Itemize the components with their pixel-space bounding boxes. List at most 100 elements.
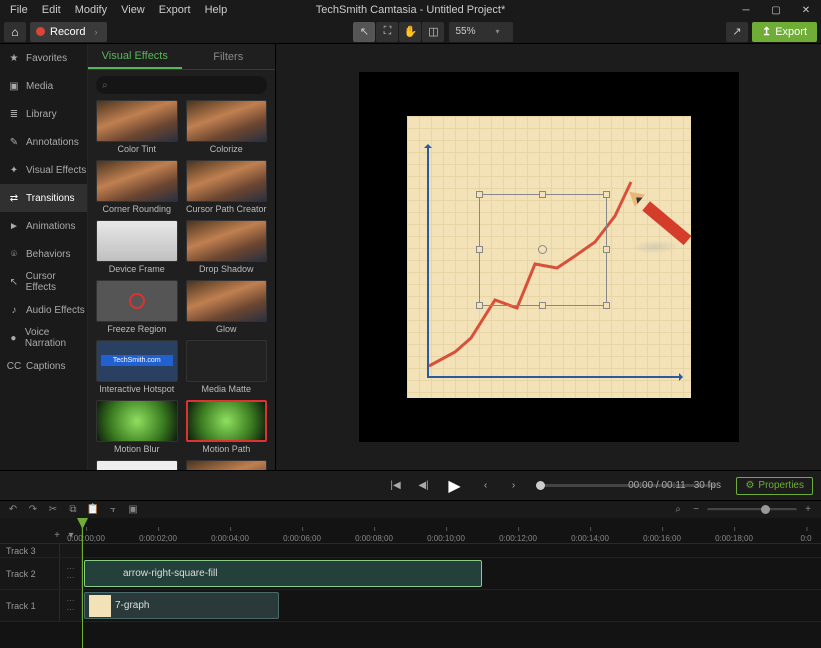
- effect-media-matte[interactable]: Media Matte: [186, 340, 268, 394]
- marker-prev-button[interactable]: ‹: [476, 476, 496, 496]
- favorites-icon: ★: [8, 53, 20, 64]
- menu-help[interactable]: Help: [199, 2, 234, 18]
- effect-freeze-region[interactable]: Freeze Region: [96, 280, 178, 334]
- sidebar-item-animations[interactable]: ►Animations: [0, 212, 87, 240]
- tool-crop[interactable]: ◫: [422, 22, 444, 42]
- track-label-3[interactable]: Track 3: [0, 544, 60, 557]
- search-input[interactable]: ⌕: [96, 76, 267, 94]
- menu-modify[interactable]: Modify: [69, 2, 113, 18]
- prev-frame-button[interactable]: |◀: [386, 476, 406, 496]
- step-back-button[interactable]: ◀|: [414, 476, 434, 496]
- canvas-media[interactable]: [407, 116, 691, 398]
- resize-handle[interactable]: [539, 302, 546, 309]
- tab-filters[interactable]: Filters: [182, 44, 276, 69]
- play-button[interactable]: ▶: [442, 473, 468, 499]
- effect-glow[interactable]: Glow: [186, 280, 268, 334]
- effect-motion-blur[interactable]: Motion Blur: [96, 400, 178, 454]
- effect-device-frame[interactable]: Device Frame: [96, 220, 178, 274]
- ruler-tick: 0:00:18;00: [715, 534, 753, 543]
- sidebar: ★Favorites▣Media≣Library✎Annotations✦Vis…: [0, 44, 88, 470]
- maximize-button[interactable]: ▢: [761, 0, 791, 20]
- sidebar-item-favorites[interactable]: ★Favorites: [0, 44, 87, 72]
- sidebar-item-transitions[interactable]: ⇄Transitions: [0, 184, 87, 212]
- sidebar-item-cursor-effects[interactable]: ↖Cursor Effects: [0, 268, 87, 296]
- resize-handle[interactable]: [603, 302, 610, 309]
- zoom-in-button[interactable]: +: [801, 503, 815, 517]
- share-button[interactable]: ↗: [726, 22, 748, 42]
- canvas-stage[interactable]: [359, 72, 739, 442]
- zoom-out-button[interactable]: −: [689, 503, 703, 517]
- resize-handle[interactable]: [539, 191, 546, 198]
- playhead[interactable]: [82, 518, 83, 648]
- track-1-content[interactable]: 7-graph: [82, 590, 821, 621]
- record-button[interactable]: Record ›: [30, 22, 107, 42]
- effect-interactive-hotspot[interactable]: TechSmith.comInteractive Hotspot: [96, 340, 178, 394]
- sidebar-item-behaviors[interactable]: ⌾Behaviors: [0, 240, 87, 268]
- zoom-select[interactable]: 55%: [449, 22, 513, 42]
- marker-next-button[interactable]: ›: [504, 476, 524, 496]
- ruler-tick: 0:00:14;00: [571, 534, 609, 543]
- sidebar-item-audio-effects[interactable]: ♪Audio Effects: [0, 296, 87, 324]
- behaviors-icon: ⌾: [8, 249, 20, 260]
- effect-colorize[interactable]: Colorize: [186, 100, 268, 154]
- home-button[interactable]: ⌂: [4, 22, 26, 42]
- ruler-tick: 0:00:08;00: [355, 534, 393, 543]
- clip-graph[interactable]: 7-graph: [84, 592, 279, 619]
- sidebar-item-annotations[interactable]: ✎Annotations: [0, 128, 87, 156]
- menu-file[interactable]: File: [4, 2, 34, 18]
- zoom-slider[interactable]: [707, 508, 797, 511]
- cut-button[interactable]: ✂: [46, 503, 60, 517]
- sidebar-item-captions[interactable]: CCCaptions: [0, 352, 87, 380]
- export-button[interactable]: Export: [752, 22, 817, 42]
- sidebar-item-voice-narration[interactable]: ●Voice Narration: [0, 324, 87, 352]
- undo-button[interactable]: ↶: [6, 503, 20, 517]
- effect-unnamed[interactable]: [186, 460, 268, 470]
- resize-handle[interactable]: [476, 246, 483, 253]
- center-handle[interactable]: [538, 245, 547, 254]
- selection-box[interactable]: [479, 194, 607, 306]
- ruler-tick: 0:00:12;00: [499, 534, 537, 543]
- sidebar-item-library[interactable]: ≣Library: [0, 100, 87, 128]
- menu-export[interactable]: Export: [153, 2, 197, 18]
- animations-icon: ►: [8, 221, 20, 232]
- menu-view[interactable]: View: [115, 2, 151, 18]
- captions-icon: CC: [8, 361, 20, 372]
- split-button[interactable]: ⫟: [106, 503, 120, 517]
- paste-button[interactable]: 📋: [86, 503, 100, 517]
- track-label-1[interactable]: Track 1: [0, 590, 60, 621]
- resize-handle[interactable]: [476, 302, 483, 309]
- tool-pan[interactable]: ✋: [399, 22, 421, 42]
- menu-edit[interactable]: Edit: [36, 2, 67, 18]
- effect-motion-path[interactable]: Motion Path: [186, 400, 268, 454]
- sidebar-item-media[interactable]: ▣Media: [0, 72, 87, 100]
- effect-corner-rounding[interactable]: Corner Rounding: [96, 160, 178, 214]
- timeline-ruler[interactable]: 0:00:00;000:00:02;000:00:04;000:00:06;00…: [82, 518, 821, 543]
- transitions-icon: ⇄: [8, 193, 20, 204]
- tool-resize[interactable]: ⛶: [376, 22, 398, 42]
- sidebar-item-visual-effects[interactable]: ✦Visual Effects: [0, 156, 87, 184]
- effect-color-tint[interactable]: Color Tint: [96, 100, 178, 154]
- clip-label: 7-graph: [115, 600, 149, 611]
- tab-visual-effects[interactable]: Visual Effects: [88, 44, 182, 69]
- snapshot-button[interactable]: ▣: [126, 503, 140, 517]
- resize-handle[interactable]: [603, 246, 610, 253]
- effect-drop-shadow[interactable]: Drop Shadow: [186, 220, 268, 274]
- clip-arrow[interactable]: arrow-right-square-fill: [84, 560, 482, 587]
- resize-handle[interactable]: [476, 191, 483, 198]
- close-button[interactable]: ✕: [791, 0, 821, 20]
- visual-effects-icon: ✦: [8, 165, 20, 176]
- zoom-fit-button[interactable]: ⌕: [671, 503, 685, 517]
- track-3-content[interactable]: [82, 544, 821, 557]
- add-marker-button[interactable]: +: [51, 529, 63, 541]
- properties-button[interactable]: Properties: [736, 477, 813, 495]
- minimize-button[interactable]: ─: [731, 0, 761, 20]
- copy-button[interactable]: ⧉: [66, 503, 80, 517]
- effect-cursor-path-creator[interactable]: Cursor Path Creator: [186, 160, 268, 214]
- ruler-tick: 0:00:00;00: [67, 534, 105, 543]
- resize-handle[interactable]: [603, 191, 610, 198]
- tool-select[interactable]: ↖: [353, 22, 375, 42]
- effect-unnamed[interactable]: [96, 460, 178, 470]
- track-2-content[interactable]: arrow-right-square-fill: [82, 558, 821, 589]
- redo-button[interactable]: ↷: [26, 503, 40, 517]
- track-label-2[interactable]: Track 2: [0, 558, 60, 589]
